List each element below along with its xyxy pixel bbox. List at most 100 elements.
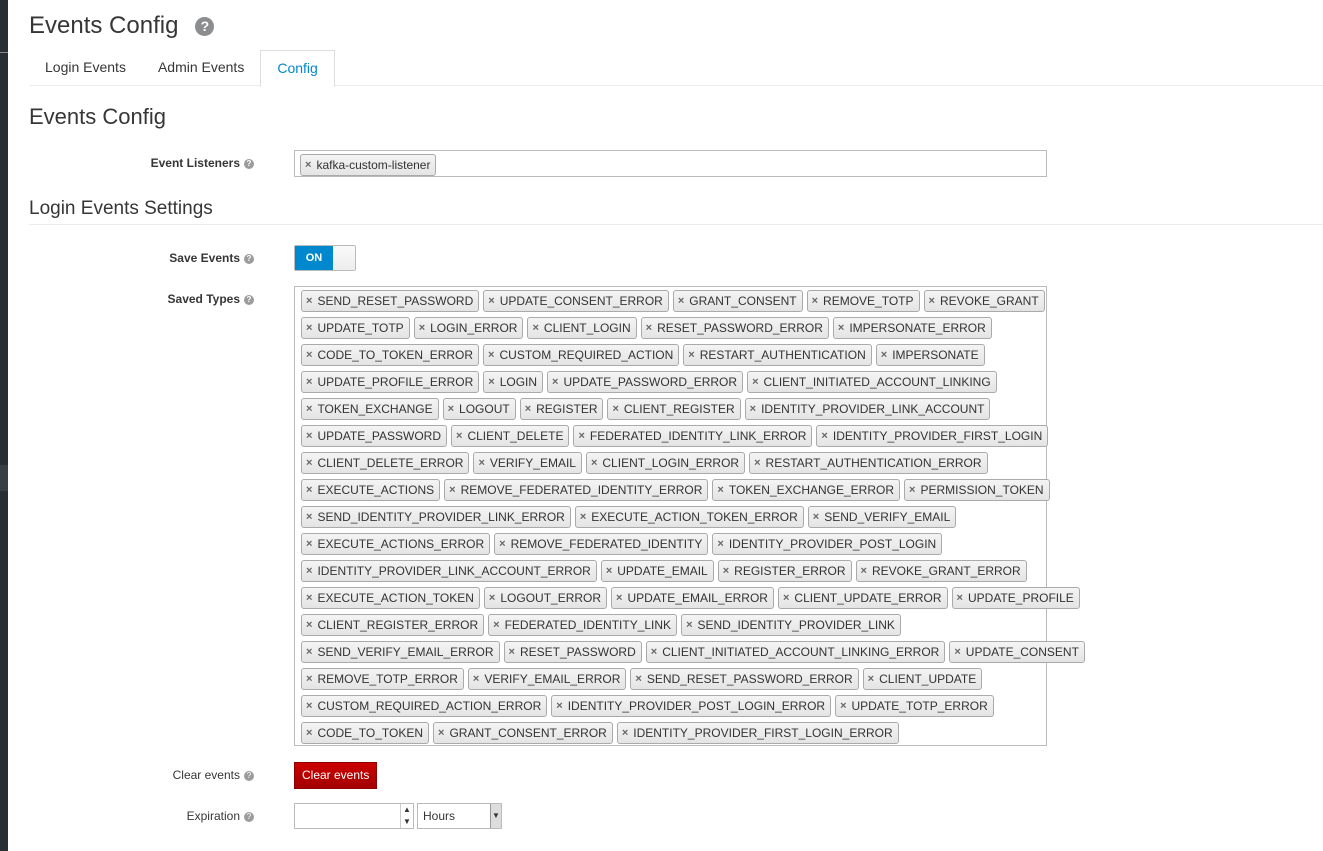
remove-tag-icon[interactable]: × (868, 673, 874, 685)
remove-tag-icon[interactable]: × (840, 700, 846, 712)
remove-tag-icon[interactable]: × (449, 484, 455, 496)
remove-tag-icon[interactable]: × (750, 403, 756, 415)
tab-admin-events[interactable]: Admin Events (142, 50, 260, 85)
tab-login-events[interactable]: Login Events (29, 50, 142, 85)
tag-row: × EXECUTE_ACTIONS_ERROR × REMOVE_FEDERATED_… (301, 533, 1040, 560)
remove-tag-icon[interactable]: × (306, 700, 312, 712)
remove-tag-icon[interactable]: × (305, 159, 311, 171)
remove-tag-icon[interactable]: × (723, 565, 729, 577)
tag: × CUSTOM_REQUIRED_ACTION_ERROR (301, 695, 548, 717)
remove-tag-icon[interactable]: × (306, 673, 312, 685)
help-icon[interactable]: ? (244, 253, 254, 264)
remove-tag-icon[interactable]: × (499, 538, 505, 550)
tag-label: SEND_VERIFY_EMAIL (824, 510, 951, 524)
remove-tag-icon[interactable]: × (493, 619, 499, 631)
remove-tag-icon[interactable]: × (622, 727, 628, 739)
tag-label: SEND_IDENTITY_PROVIDER_LINK_ERROR (317, 510, 565, 524)
divider (29, 224, 1323, 225)
save-events-label: Save Events? (29, 251, 254, 265)
help-icon[interactable]: ? (244, 770, 254, 781)
tag: × VERIFY_EMAIL_ERROR (467, 668, 627, 690)
remove-tag-icon[interactable]: × (812, 295, 818, 307)
remove-tag-icon[interactable]: × (488, 295, 494, 307)
remove-tag-icon[interactable]: × (532, 322, 538, 334)
event-listeners-input[interactable]: × kafka-custom-listener (294, 150, 1047, 177)
remove-tag-icon[interactable]: × (306, 295, 312, 307)
remove-tag-icon[interactable]: × (606, 565, 612, 577)
remove-tag-icon[interactable]: × (821, 430, 827, 442)
remove-tag-icon[interactable]: × (478, 457, 484, 469)
remove-tag-icon[interactable]: × (783, 592, 789, 604)
expiration-input[interactable]: ▲ ▼ (294, 803, 414, 829)
remove-tag-icon[interactable]: × (813, 511, 819, 523)
remove-tag-icon[interactable]: × (306, 376, 312, 388)
remove-tag-icon[interactable]: × (448, 403, 454, 415)
remove-tag-icon[interactable]: × (509, 646, 515, 658)
remove-tag-icon[interactable]: × (688, 349, 694, 361)
remove-tag-icon[interactable]: × (717, 484, 723, 496)
tab-config[interactable]: Config (260, 50, 335, 87)
remove-tag-icon[interactable]: × (717, 538, 723, 550)
remove-tag-icon[interactable]: × (754, 457, 760, 469)
remove-tag-icon[interactable]: × (306, 646, 312, 658)
remove-tag-icon[interactable]: × (306, 403, 312, 415)
remove-tag-icon[interactable]: × (861, 565, 867, 577)
saved-types-label: Saved Types? (29, 292, 254, 306)
remove-tag-icon[interactable]: × (616, 592, 622, 604)
remove-tag-icon[interactable]: × (591, 457, 597, 469)
expiration-unit-select[interactable]: Hours ▼ (417, 803, 502, 829)
remove-tag-icon[interactable]: × (488, 349, 494, 361)
remove-tag-icon[interactable]: × (578, 430, 584, 442)
remove-tag-icon[interactable]: × (419, 322, 425, 334)
spinner-icon[interactable]: ▲ ▼ (400, 804, 413, 828)
remove-tag-icon[interactable]: × (556, 700, 562, 712)
remove-tag-icon[interactable]: × (306, 484, 312, 496)
remove-tag-icon[interactable]: × (525, 403, 531, 415)
remove-tag-icon[interactable]: × (306, 511, 312, 523)
remove-tag-icon[interactable]: × (438, 727, 444, 739)
remove-tag-icon[interactable]: × (473, 673, 479, 685)
remove-tag-icon[interactable]: × (489, 592, 495, 604)
saved-types-input[interactable]: × SEND_RESET_PASSWORD × UPDATE_CONSENT_ERRO… (294, 286, 1085, 746)
tag: × EXECUTE_ACTION_TOKEN (301, 587, 480, 609)
remove-tag-icon[interactable]: × (306, 349, 312, 361)
remove-tag-icon[interactable]: × (635, 673, 641, 685)
remove-tag-icon[interactable]: × (752, 376, 758, 388)
remove-tag-icon[interactable]: × (306, 538, 312, 550)
chevron-down-icon: ▼ (490, 804, 501, 828)
remove-tag-icon[interactable]: × (306, 430, 312, 442)
remove-tag-icon[interactable]: × (646, 322, 652, 334)
remove-tag-icon[interactable]: × (552, 376, 558, 388)
tag: × TOKEN_EXCHANGE_ERROR (712, 479, 900, 501)
remove-tag-icon[interactable]: × (838, 322, 844, 334)
clear-events-button[interactable]: Clear events (294, 762, 378, 789)
tag-label: UPDATE_TOTP (317, 321, 404, 335)
tag: × CLIENT_DELETE (451, 425, 570, 447)
remove-tag-icon[interactable]: × (306, 619, 312, 631)
remove-tag-icon[interactable]: × (580, 511, 586, 523)
remove-tag-icon[interactable]: × (306, 727, 312, 739)
save-events-toggle[interactable]: ON (294, 245, 356, 271)
remove-tag-icon[interactable]: × (957, 592, 963, 604)
remove-tag-icon[interactable]: × (456, 430, 462, 442)
remove-tag-icon[interactable]: × (909, 484, 915, 496)
remove-tag-icon[interactable]: × (954, 646, 960, 658)
remove-tag-icon[interactable]: × (881, 349, 887, 361)
remove-tag-icon[interactable]: × (488, 376, 494, 388)
remove-tag-icon[interactable]: × (306, 592, 312, 604)
remove-tag-icon[interactable]: × (612, 403, 618, 415)
tag: × RESET_PASSWORD_ERROR (640, 317, 829, 339)
tag: × UPDATE_CONSENT_ERROR (483, 290, 669, 312)
remove-tag-icon[interactable]: × (651, 646, 657, 658)
help-icon[interactable]: ? (195, 16, 215, 36)
remove-tag-icon[interactable]: × (678, 295, 684, 307)
remove-tag-icon[interactable]: × (929, 295, 935, 307)
remove-tag-icon[interactable]: × (306, 565, 312, 577)
remove-tag-icon[interactable]: × (686, 619, 692, 631)
remove-tag-icon[interactable]: × (306, 457, 312, 469)
help-icon[interactable]: ? (244, 811, 254, 822)
remove-tag-icon[interactable]: × (306, 322, 312, 334)
help-icon[interactable]: ? (244, 158, 254, 169)
help-icon[interactable]: ? (244, 294, 254, 305)
tag-label: IDENTITY_PROVIDER_FIRST_LOGIN (832, 429, 1043, 443)
